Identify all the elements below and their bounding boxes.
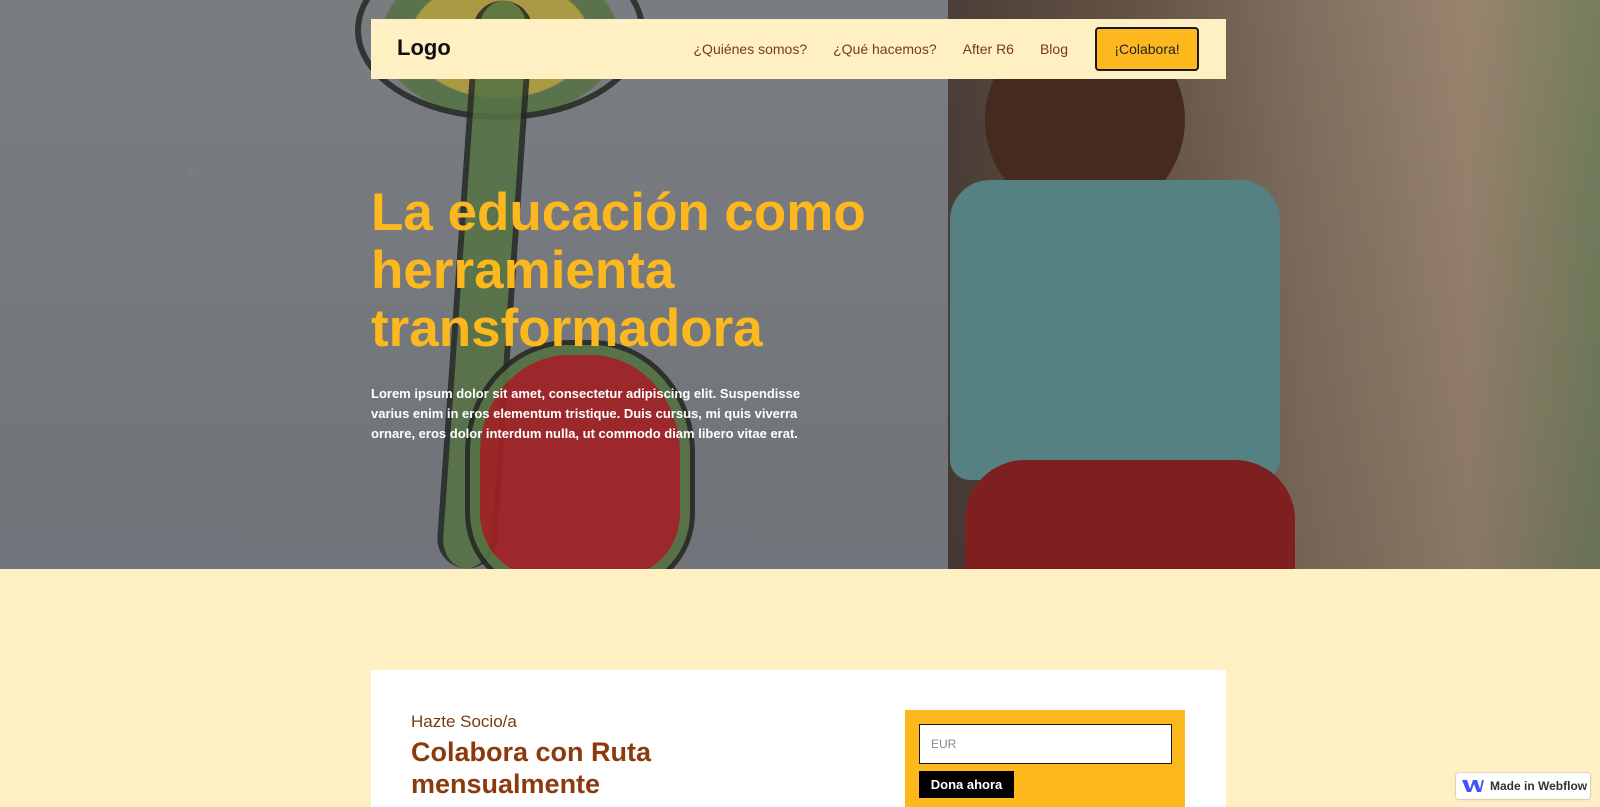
amount-input[interactable]	[919, 724, 1172, 764]
donation-form: Dona ahora	[905, 710, 1185, 807]
donation-title: Colabora con Ruta mensualmente	[411, 737, 652, 799]
hero-subtitle: Lorem ipsum dolor sit amet, consectetur …	[371, 386, 801, 441]
hero-section: La educación como herramienta transforma…	[0, 0, 1600, 569]
logo-link[interactable]: Logo	[397, 35, 451, 61]
webflow-icon	[1462, 780, 1484, 792]
nav-link-que-hacemos[interactable]: ¿Qué hacemos?	[833, 41, 937, 57]
donate-button[interactable]: Dona ahora	[919, 771, 1014, 798]
nav-link-blog[interactable]: Blog	[1040, 41, 1068, 57]
nav-links: ¿Quiénes somos? ¿Qué hacemos? After R6 B…	[694, 19, 1227, 79]
colabora-button[interactable]: ¡Colabora!	[1095, 27, 1199, 71]
badge-label: Made in Webflow	[1490, 779, 1588, 793]
nav-link-quienes-somos[interactable]: ¿Quiénes somos?	[694, 41, 808, 57]
made-in-webflow-badge[interactable]: Made in Webflow	[1456, 773, 1590, 799]
nav-link-after-r6[interactable]: After R6	[963, 41, 1014, 57]
hero-title: La educación como herramienta transforma…	[371, 183, 866, 358]
donation-eyebrow: Hazte Socio/a	[411, 712, 517, 731]
donation-card: Hazte Socio/a Colabora con Ruta mensualm…	[371, 670, 1226, 807]
navbar: Logo ¿Quiénes somos? ¿Qué hacemos? After…	[371, 19, 1226, 79]
